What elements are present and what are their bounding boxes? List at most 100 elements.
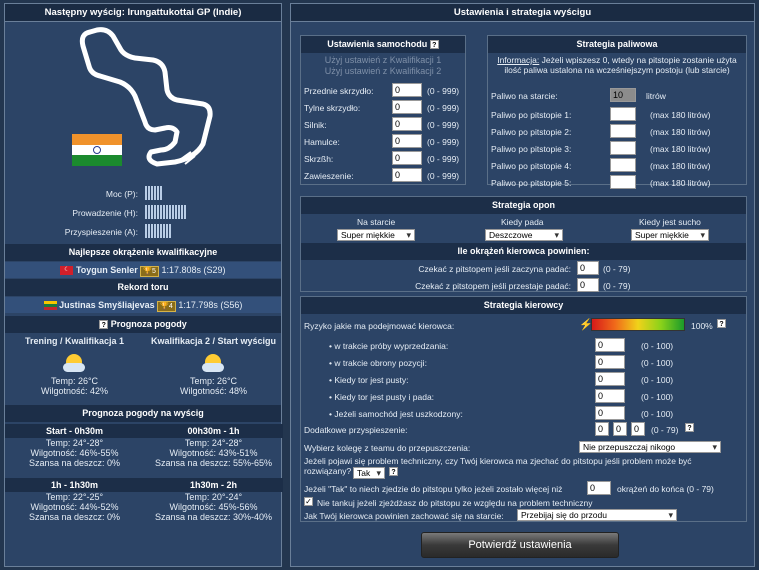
use-quali1-button[interactable]: Użyj ustawień z Kwalifikacji 1 bbox=[301, 55, 465, 66]
stat-handling-bars bbox=[145, 205, 187, 219]
race-info-panel: Następny wyścig: Irungattukottai GP (Ind… bbox=[4, 3, 283, 567]
trophy-badge-icon: 🏆5 bbox=[140, 266, 159, 277]
best-quali-driver[interactable]: Toygun Senler bbox=[76, 265, 138, 275]
wait-rain-start-input[interactable]: 0 bbox=[577, 261, 599, 275]
tyre-rain-select[interactable]: Deszczowe bbox=[485, 229, 563, 241]
wait-rain-stop-input[interactable]: 0 bbox=[577, 278, 599, 292]
use-quali2-button[interactable]: Użyj ustawień z Kwalifikacji 2 bbox=[301, 66, 465, 77]
fuel-strategy-box: Strategia paliwowa Informacja: Jeżeli wp… bbox=[487, 35, 747, 189]
help-icon[interactable]: ? bbox=[99, 320, 109, 330]
info-link[interactable]: Informacja: bbox=[497, 55, 539, 65]
risk-row: • w trakcie próby wyprzedzania: 0 (0 - 100… bbox=[329, 338, 674, 352]
laps-title: Ile okrążeń kierowca powinien: bbox=[301, 243, 746, 260]
record-time: 1:17.798s bbox=[178, 300, 218, 310]
stat-bar bbox=[145, 186, 147, 200]
tyre-start-select[interactable]: Super miękkie bbox=[337, 229, 415, 241]
risk-slider[interactable] bbox=[591, 318, 685, 331]
record-row: Justinas Smyšliajevas 🏆4 1:17.798s (S56) bbox=[5, 297, 281, 313]
best-quali-title: Najlepsze okrążenie kwalifikacyjne bbox=[5, 244, 281, 261]
stat-bar bbox=[148, 186, 150, 200]
stat-bar bbox=[184, 205, 186, 219]
stat-bar bbox=[160, 205, 162, 219]
confirm-button[interactable]: Potwierdź ustawienia bbox=[421, 532, 619, 558]
car-setting-row: Przednie skrzydło: 0 (0 - 999) bbox=[304, 83, 460, 97]
stat-bar bbox=[145, 205, 147, 219]
trophy-badge-icon: 🏆4 bbox=[157, 301, 176, 312]
car-setting-row: Zawieszenie: 0 (0 - 999) bbox=[304, 168, 460, 182]
settings-panel: Ustawienia i strategia wyścigu Ustawieni… bbox=[290, 3, 755, 567]
help-icon[interactable]: ? bbox=[429, 40, 439, 50]
tyre-title: Strategia opon bbox=[301, 197, 746, 214]
car-settings-title: Ustawienia samochodu ? bbox=[301, 36, 465, 53]
stat-bar bbox=[157, 186, 159, 200]
fuel-pitstop-input[interactable] bbox=[610, 141, 636, 155]
stat-bar bbox=[163, 205, 165, 219]
fuel-pitstop-row: Paliwo po pitstopie 2: (max 180 litrów) bbox=[488, 123, 746, 140]
lithuania-flag-icon bbox=[43, 301, 57, 311]
fuel-title: Strategia paliwowa bbox=[488, 36, 746, 53]
stat-bar bbox=[169, 224, 171, 238]
fuel-pitstop-input[interactable] bbox=[610, 175, 636, 189]
risk-input[interactable]: 0 bbox=[595, 355, 625, 369]
stat-bar bbox=[151, 186, 153, 200]
boost-input-2[interactable]: 0 bbox=[613, 422, 627, 436]
car-setting-input[interactable]: 0 bbox=[392, 134, 422, 148]
stat-accel-bars bbox=[145, 224, 172, 238]
stat-bar bbox=[154, 224, 156, 238]
best-quali-time: 1:17.808s bbox=[161, 265, 202, 275]
stat-bar bbox=[169, 205, 171, 219]
fuel-pitstop-input[interactable] bbox=[610, 107, 636, 121]
sun-cloud-icon bbox=[62, 352, 87, 374]
next-race-title: Następny wyścig: Irungattukottai GP (Ind… bbox=[5, 4, 281, 22]
stat-bar bbox=[151, 224, 153, 238]
fuel-pitstop-input[interactable] bbox=[610, 124, 636, 138]
risk-row: • Kiedy tor jest pusty i pada: 0 (0 - 100) bbox=[329, 389, 674, 403]
risk-input[interactable]: 0 bbox=[595, 389, 625, 403]
help-icon[interactable]: ? bbox=[717, 319, 726, 328]
car-setting-input[interactable]: 0 bbox=[392, 117, 422, 131]
risk-row: • Kiedy tor jest pusty: 0 (0 - 100) bbox=[329, 372, 674, 386]
stat-bar bbox=[154, 205, 156, 219]
car-setting-input[interactable]: 0 bbox=[392, 151, 422, 165]
driver-strategy-box: Strategia kierowcy Ryzyko jakie ma podej… bbox=[300, 296, 747, 522]
nofuel-checkbox[interactable]: ✓ bbox=[304, 497, 313, 506]
fuel-pitstop-input[interactable] bbox=[610, 158, 636, 172]
fuel-start-input[interactable]: 10 bbox=[610, 88, 636, 102]
help-icon[interactable]: ? bbox=[685, 423, 694, 432]
risk-input[interactable]: 0 bbox=[595, 372, 625, 386]
fuel-start-label: Paliwo na starcie: bbox=[491, 91, 558, 101]
car-setting-row: Skrzßh: 0 (0 - 999) bbox=[304, 151, 460, 165]
boost-input-1[interactable]: 0 bbox=[595, 422, 609, 436]
risk-input[interactable]: 0 bbox=[595, 406, 625, 420]
india-flag bbox=[72, 134, 122, 166]
stat-bar bbox=[148, 224, 150, 238]
tyre-dry-select[interactable]: Super miękkie bbox=[631, 229, 709, 241]
fuel-start-unit: litrów bbox=[646, 91, 666, 101]
start-behaviour-select[interactable]: Przebijaj się do przodu bbox=[517, 509, 677, 521]
best-quali-row: ☾ Toygun Senler 🏆5 1:17.808s (S29) bbox=[5, 262, 281, 278]
fuel-pitstop-row: Paliwo po pitstopie 5: (max 180 litrów) bbox=[488, 174, 746, 191]
record-title: Rekord toru bbox=[5, 279, 281, 296]
forecast-col-1: Trening / Kwalifikacja 1 Temp: 26°C Wilg… bbox=[24, 336, 125, 396]
tech-problem-select[interactable]: Tak bbox=[353, 467, 385, 479]
tak-laps-input[interactable]: 0 bbox=[587, 481, 611, 495]
stat-bar bbox=[166, 205, 168, 219]
car-setting-row: Tylne skrzydło: 0 (0 - 999) bbox=[304, 100, 460, 114]
car-setting-input[interactable]: 0 bbox=[392, 83, 422, 97]
teammate-select[interactable]: Nie przepuszczaj nikogo bbox=[579, 441, 721, 453]
boost-input-3[interactable]: 0 bbox=[631, 422, 645, 436]
car-setting-input[interactable]: 0 bbox=[392, 100, 422, 114]
car-settings-box: Ustawienia samochodu ? Użyj ustawień z K… bbox=[300, 35, 466, 185]
risk-input[interactable]: 0 bbox=[595, 338, 625, 352]
car-setting-input[interactable]: 0 bbox=[392, 168, 422, 182]
forecast-header: ? Prognoza pogody bbox=[5, 316, 281, 333]
help-icon[interactable]: ? bbox=[389, 467, 398, 476]
fuel-info: Informacja: Jeżeli wpiszesz 0, wtedy na … bbox=[497, 55, 737, 75]
tyre-strategy-box: Strategia opon Na starcie Kiedy pada Kie… bbox=[300, 196, 747, 292]
record-driver[interactable]: Justinas Smyšliajevas bbox=[59, 300, 155, 310]
stat-bar bbox=[160, 186, 162, 200]
stat-bar bbox=[178, 205, 180, 219]
stat-power-bars bbox=[145, 186, 163, 200]
car-setting-row: Silnik: 0 (0 - 999) bbox=[304, 117, 460, 131]
risk-row: • Jeżeli samochód jest uszkodzony: 0 (0 - … bbox=[329, 406, 674, 420]
